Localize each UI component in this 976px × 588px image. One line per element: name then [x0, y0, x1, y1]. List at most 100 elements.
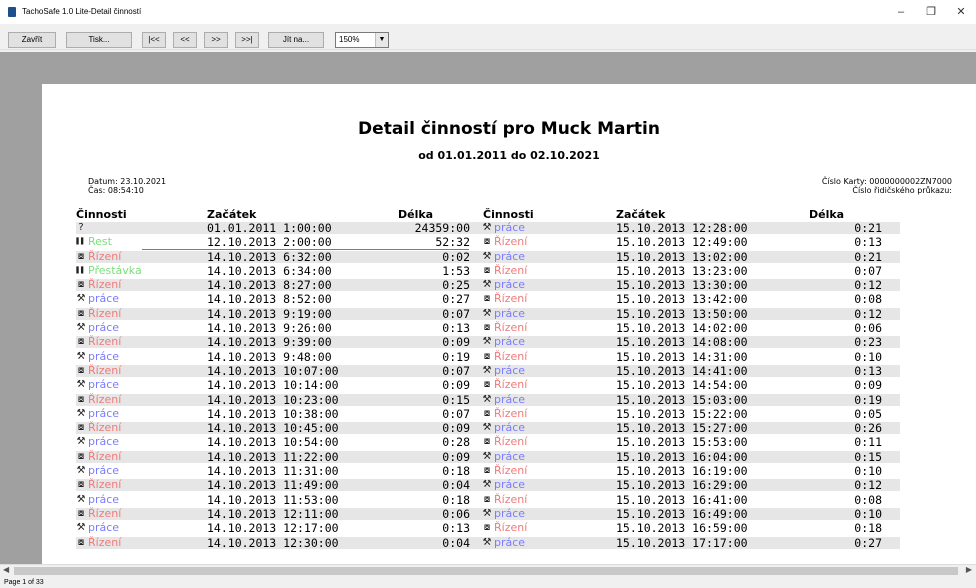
work-icon: ⚒	[482, 393, 492, 405]
activity-name: práce	[494, 506, 526, 520]
duration: 0:05	[854, 406, 882, 421]
duration: 0:28	[442, 435, 470, 450]
status-bar: Page 1 of 33	[0, 577, 976, 588]
duration: 0:21	[854, 249, 882, 264]
page-info: Page 1 of 33	[4, 579, 44, 586]
duration: 0:10	[854, 464, 882, 479]
unknown-icon: ?	[78, 222, 84, 233]
chevron-down-icon[interactable]: ▼	[375, 33, 388, 47]
activity-name: Řízení	[494, 349, 528, 363]
start-time: 12.10.2013 2:00:00	[207, 235, 332, 250]
work-icon: ⚒	[76, 379, 86, 391]
driving-icon: ⧇	[77, 364, 85, 376]
duration: 0:19	[854, 392, 882, 407]
zoom-select[interactable]: 150% ▼	[335, 32, 389, 48]
driving-icon: ⧇	[77, 307, 85, 319]
work-icon: ⚒	[76, 493, 86, 505]
duration: 0:15	[854, 449, 882, 464]
driving-icon: ⧇	[483, 493, 491, 505]
driving-icon: ⧇	[77, 479, 85, 491]
start-time: 14.10.2013 9:26:00	[207, 321, 332, 336]
start-time: 14.10.2013 8:27:00	[207, 278, 332, 293]
rest-icon: ▌▌	[76, 238, 86, 246]
driving-icon: ⧇	[77, 279, 85, 291]
duration: 0:18	[442, 492, 470, 507]
header-activity-right: Činnosti	[483, 208, 534, 221]
duration: 0:07	[442, 406, 470, 421]
activity-table: ? 01.01.2011 1:00:00 24359:00 ⚒ práce 15.10.2…	[42, 221, 976, 550]
duration: 0:07	[442, 306, 470, 321]
first-page-button[interactable]: |<<	[142, 32, 166, 48]
next-page-button[interactable]: >>	[204, 32, 228, 48]
duration: 0:13	[442, 321, 470, 336]
activity-name: práce	[88, 521, 120, 535]
horizontal-scrollbar[interactable]: ◀ ▶	[0, 564, 976, 576]
close-icon[interactable]: ✕	[946, 4, 976, 20]
driving-icon: ⧇	[483, 465, 491, 477]
close-button[interactable]: Zavřít	[8, 32, 56, 48]
start-time: 14.10.2013 11:53:00	[207, 492, 339, 507]
activity-name: Řízení	[88, 535, 122, 549]
activity-name: Řízení	[88, 249, 122, 263]
start-time: 14.10.2013 11:31:00	[207, 464, 339, 479]
activity-name: práce	[494, 335, 526, 349]
duration: 0:12	[854, 306, 882, 321]
activity-name: práce	[88, 292, 120, 306]
prev-page-button[interactable]: <<	[173, 32, 197, 48]
work-icon: ⚒	[76, 322, 86, 334]
duration: 0:13	[854, 235, 882, 250]
table-row: ▌▌ Přestávka 14.10.2013 6:34:00 1:53 ⧇ Řízení…	[42, 264, 976, 278]
report-viewport[interactable]: Detail činností pro Muck Martin od 01.01…	[0, 52, 976, 564]
report-subtitle: od 01.01.2011 do 02.10.2021	[418, 149, 600, 162]
activity-name: Řízení	[88, 421, 122, 435]
header-length-left: Délka	[398, 208, 434, 221]
header-activity-left: Činnosti	[76, 208, 127, 221]
start-time: 15.10.2013 16:04:00	[616, 449, 748, 464]
maximize-icon[interactable]: ❐	[916, 4, 946, 20]
activity-name: Rest	[88, 235, 112, 249]
start-time: 15.10.2013 14:08:00	[616, 335, 748, 350]
start-time: 14.10.2013 9:19:00	[207, 306, 332, 321]
table-row: ⚒ práce 14.10.2013 11:53:00 0:18 ⧇ Řízení 15.1…	[42, 493, 976, 507]
activity-name: Řízení	[494, 292, 528, 306]
duration: 0:19	[442, 349, 470, 364]
report-date: Datum: 23.10.2021	[88, 177, 167, 186]
activity-name: Řízení	[88, 392, 122, 406]
scroll-left-icon[interactable]: ◀	[3, 565, 9, 574]
table-row: ⚒ práce 14.10.2013 9:26:00 0:13 ⧇ Řízení 15.10…	[42, 321, 976, 335]
zoom-value: 150%	[339, 35, 360, 44]
start-time: 15.10.2013 13:50:00	[616, 306, 748, 321]
table-row: ⧇ Řízení 14.10.2013 10:45:00 0:09 ⚒ práce 15.1…	[42, 421, 976, 435]
table-row: ⚒ práce 14.10.2013 9:48:00 0:19 ⧇ Řízení 15.10…	[42, 350, 976, 364]
start-time: 15.10.2013 15:53:00	[616, 435, 748, 450]
table-row: ⧇ Řízení 14.10.2013 10:23:00 0:15 ⚒ práce 15.1…	[42, 393, 976, 407]
goto-button[interactable]: Jít na...	[268, 32, 324, 48]
minimize-icon[interactable]: –	[886, 4, 916, 20]
table-row: ⚒ práce 14.10.2013 12:17:00 0:13 ⧇ Řízení 15.1…	[42, 521, 976, 535]
scroll-thumb[interactable]	[14, 567, 958, 575]
start-time: 15.10.2013 14:31:00	[616, 349, 748, 364]
activity-name: práce	[88, 406, 120, 420]
work-icon: ⚒	[482, 450, 492, 462]
start-time: 14.10.2013 10:45:00	[207, 421, 339, 436]
driving-icon: ⧇	[483, 264, 491, 276]
last-page-button[interactable]: >>|	[235, 32, 259, 48]
start-time: 15.10.2013 16:29:00	[616, 478, 748, 493]
print-button[interactable]: Tisk...	[66, 32, 132, 48]
start-time: 01.01.2011 1:00:00	[207, 221, 332, 235]
activity-name: Řízení	[88, 278, 122, 292]
duration: 0:09	[854, 378, 882, 393]
work-icon: ⚒	[482, 250, 492, 262]
start-time: 15.10.2013 16:49:00	[616, 506, 748, 521]
start-time: 14.10.2013 9:48:00	[207, 349, 332, 364]
duration: 0:04	[442, 535, 470, 550]
duration: 0:09	[442, 449, 470, 464]
duration: 0:09	[442, 421, 470, 436]
table-row: ⚒ práce 14.10.2013 10:38:00 0:07 ⧇ Řízení 15.1…	[42, 407, 976, 421]
duration: 0:11	[854, 435, 882, 450]
activity-name: práce	[88, 321, 120, 335]
scroll-right-icon[interactable]: ▶	[966, 565, 972, 574]
start-time: 15.10.2013 15:27:00	[616, 421, 748, 436]
activity-name: Řízení	[494, 321, 528, 335]
duration: 0:18	[854, 521, 882, 536]
